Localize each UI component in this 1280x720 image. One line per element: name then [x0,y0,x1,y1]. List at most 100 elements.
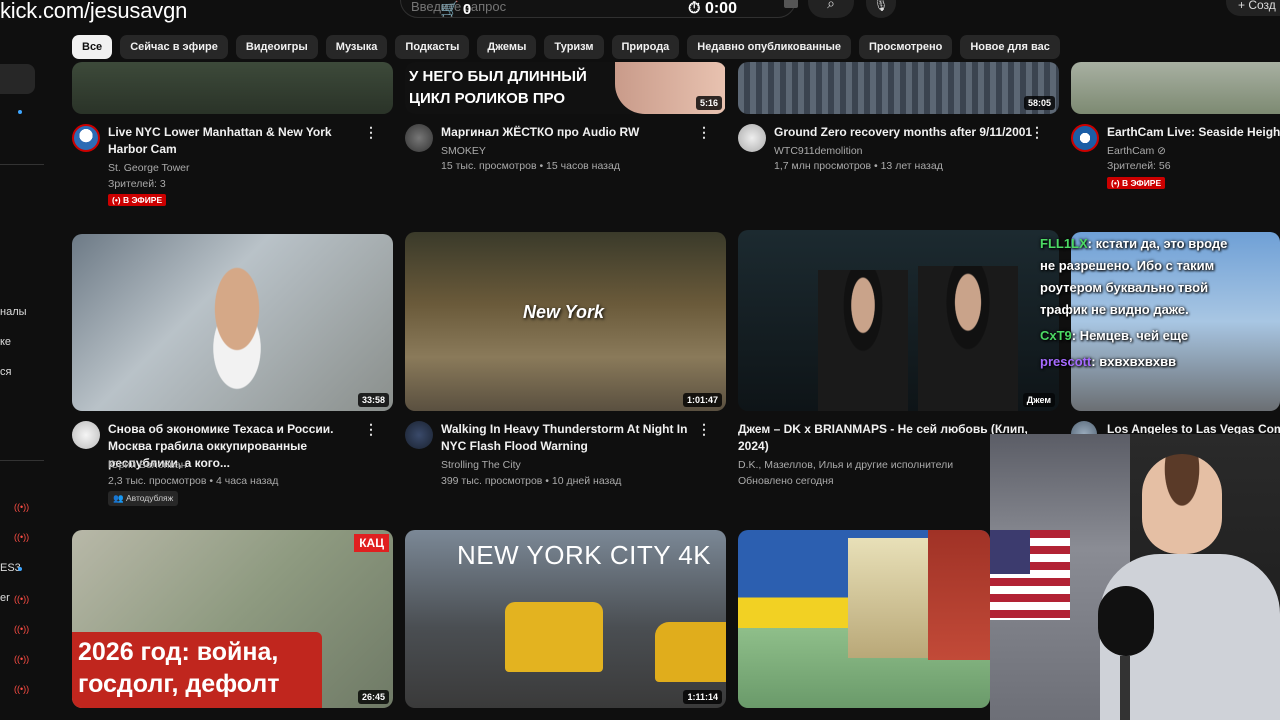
video-duration: 33:58 [357,393,389,407]
dub-icon: 👥 [113,493,124,503]
video-title[interactable]: Walking In Heavy Thunderstorm At Night I… [441,421,703,455]
channel-name[interactable]: WTC911demolition [774,145,863,157]
video-card-meta: Снова об экономике Техаса и России. Моск… [72,421,382,511]
sidebar-divider [0,460,44,461]
sidebar-subscription[interactable]: er [0,592,10,604]
chat-message: prescott: вхвхвхвхвв [1040,354,1176,369]
chat-message: FLL1LX: кстати да, это вроде [1040,236,1227,251]
video-title[interactable]: EarthCam Live: Seaside Heights [1107,124,1280,141]
building-image [848,538,928,658]
chip-games[interactable]: Видеоигры [235,35,318,59]
stream-url-overlay: kick.com/jesusavgn [0,0,188,23]
channel-avatar[interactable] [72,124,100,152]
chat-text: : кстати да, это вроде [1087,236,1228,251]
sidebar-item-channels[interactable]: налы [0,306,27,318]
video-card-meta: EarthCam Live: Seaside Heights EarthCam … [1071,124,1280,194]
stopwatch-icon: ⏱ [688,0,701,17]
chat-message: роутером буквально твой [1040,280,1208,295]
video-thumbnail[interactable] [72,62,393,114]
channel-avatar[interactable] [72,421,100,449]
create-button[interactable]: + Созд [1226,0,1280,16]
taxi-image [655,622,726,682]
video-thumbnail[interactable] [1071,62,1280,114]
video-thumbnail[interactable]: У НЕГО БЫЛ ДЛИННЫЙ ЦИКЛ РОЛИКОВ ПРО МЕНЯ… [405,62,726,114]
sidebar-divider [0,164,44,165]
chat-text: не разрешено. Ибо с таким [1040,258,1215,273]
video-thumbnail[interactable]: Джем [738,230,1059,411]
video-stats: Зрителей: 3 [108,178,166,190]
more-options-icon[interactable]: ⋮ [364,124,378,141]
streamer-webcam [990,434,1280,720]
cart-counter: 🛒 0 [440,0,471,18]
taxi-image [505,602,603,672]
channel-avatar[interactable] [738,124,766,152]
channel-name[interactable]: Юрий Белойван [108,459,187,471]
chip-live[interactable]: Сейчас в эфире [120,35,228,59]
chip-all[interactable]: Все [72,35,113,59]
more-options-icon[interactable]: ⋮ [364,421,378,438]
video-thumbnail[interactable]: 58:05 [738,62,1059,114]
sidebar-item-likes[interactable]: ке [0,336,11,348]
chat-text: трафик не видно даже. [1040,302,1189,317]
channel-name[interactable]: D.K., Мазеллов, Илья и другие исполнител… [738,459,953,471]
channel-avatar[interactable] [405,124,433,152]
chat-text: : вхвхвхвхвв [1091,354,1177,369]
sidebar-item-home[interactable] [0,64,35,94]
thumbnail-badge: КАЦ [354,534,389,552]
chip-recent[interactable]: Недавно опубликованные [687,35,852,59]
search-button[interactable]: ⌕ [808,0,854,18]
channel-name[interactable]: EarthCam ⊘ [1107,145,1166,157]
channel-avatar[interactable] [405,421,433,449]
video-duration: 26:45 [357,690,389,704]
video-duration: 58:05 [1023,96,1055,110]
voice-search-button[interactable]: 🎙 [866,0,896,18]
sidebar: налы ке ся ((•)) ((•)) ES3 er ((•)) ((•)… [0,30,48,720]
video-card-meta: Маргинал ЖЁСТКО про Audio RW ⋮ SMOKEY 15… [405,124,715,184]
video-thumbnail[interactable]: NEW YORK CITY 4K 1:11:14 [405,530,726,708]
video-title[interactable]: Ground Zero recovery months after 9/11/2… [774,124,1036,141]
chip-nature[interactable]: Природа [611,35,680,59]
video-title[interactable]: Маргинал ЖЁСТКО про Audio RW [441,124,703,141]
video-thumbnail[interactable] [738,530,990,708]
chip-new-for-you[interactable]: Новое для вас [960,35,1060,59]
more-options-icon[interactable]: ⋮ [697,421,711,438]
video-title[interactable]: Live NYC Lower Manhattan & New York Harb… [108,124,370,158]
microphone-icon: 🎙 [873,0,889,12]
autodub-label: Автодубляж [125,493,174,503]
chat-text: : Немцев, чей еще [1071,328,1189,343]
flag-canton [990,530,1030,574]
stream-chat-overlay: FLL1LX: кстати да, это вроде не разрешен… [1036,232,1280,410]
video-stats: 15 тыс. просмотров • 15 часов назад [441,160,620,172]
mic-arm [1120,656,1130,720]
chip-tourism[interactable]: Туризм [544,35,604,59]
thumbnail-text: New York [523,302,605,322]
more-options-icon[interactable]: ⋮ [1030,124,1044,141]
channel-name[interactable]: St. George Tower [108,162,190,174]
channel-name[interactable]: Strolling The City [441,459,521,471]
chip-music[interactable]: Музыка [325,35,388,59]
chip-watched[interactable]: Просмотрено [859,35,953,59]
video-thumbnail[interactable]: New York 1:01:47 [405,232,726,411]
kremlin-image [928,530,990,660]
more-options-icon[interactable]: ⋮ [697,124,711,141]
video-thumbnail[interactable]: КАЦ 2026 год: война, госдолг, дефолт 26:… [72,530,393,708]
channel-avatar[interactable] [1071,124,1099,152]
video-title[interactable]: Джем – DK x BRIANMAPS - Не сей любовь (К… [738,421,1028,455]
video-thumbnail[interactable]: 33:58 [72,234,393,411]
video-duration: 1:01:47 [682,393,722,407]
thumbnail-text: NEW YORK CITY 4K [457,540,712,570]
cart-icon: 🛒 [440,1,459,18]
chip-jams[interactable]: Джемы [477,35,537,59]
chat-username: prescott [1040,354,1092,369]
person-image [818,270,908,411]
chat-message: CxT9: Немцев, чей еще [1040,328,1188,343]
chip-podcasts[interactable]: Подкасты [395,35,470,59]
sidebar-item-later[interactable]: ся [0,366,11,378]
live-icon: ((•)) [14,502,30,512]
search-icon: ⌕ [827,0,835,11]
video-duration: 1:11:14 [683,690,722,704]
video-stats: Зрителей: 56 [1107,160,1171,172]
channel-name[interactable]: SMOKEY [441,145,486,157]
camera-icon [784,0,798,8]
chat-username: CxT9 [1040,328,1072,343]
